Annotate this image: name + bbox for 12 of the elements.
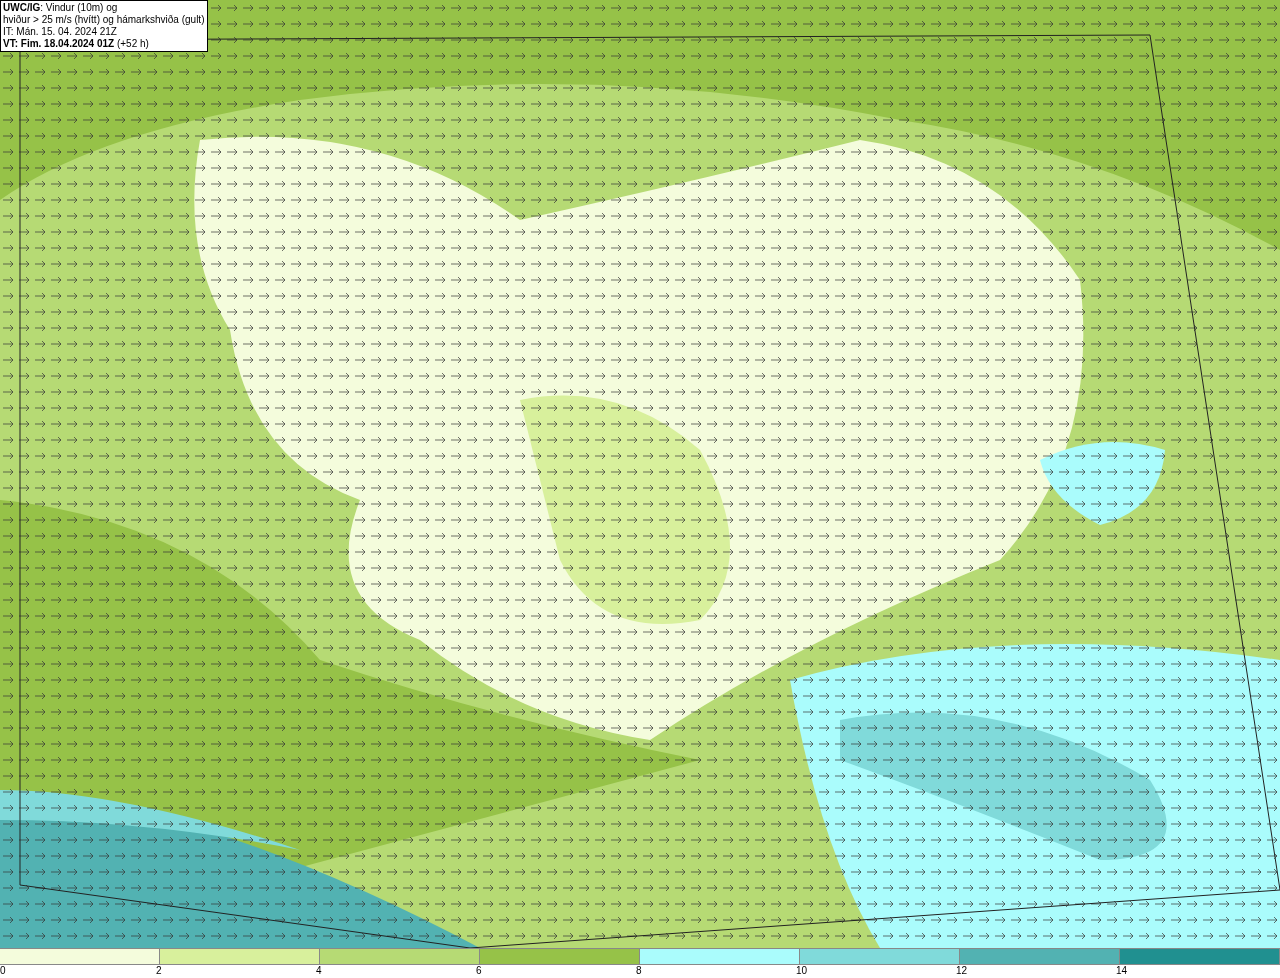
info-text: IT: Mán. 15. 04. 2024 21Z <box>3 26 118 38</box>
legend-tick-label: 2 <box>156 965 162 977</box>
legend-tick-label: 4 <box>316 965 322 977</box>
legend-tick-label: 6 <box>476 965 482 977</box>
legend-tick-label: 10 <box>796 965 808 977</box>
legend-tick-label: 14 <box>1116 965 1128 977</box>
legend-tick-label: 12 <box>956 965 968 977</box>
legend-tick-label: 8 <box>636 965 642 977</box>
info-text: hviður > 25 m/s (hvítt) og hámarkshviða (gult) <box>3 14 205 26</box>
legend-tick-label: 0 <box>0 965 6 977</box>
info-text: VT: Fim. 18.04.2024 01Z (+52 h) <box>3 38 150 50</box>
info-text: UWC/IG: Vindur (10m) og <box>3 2 119 14</box>
